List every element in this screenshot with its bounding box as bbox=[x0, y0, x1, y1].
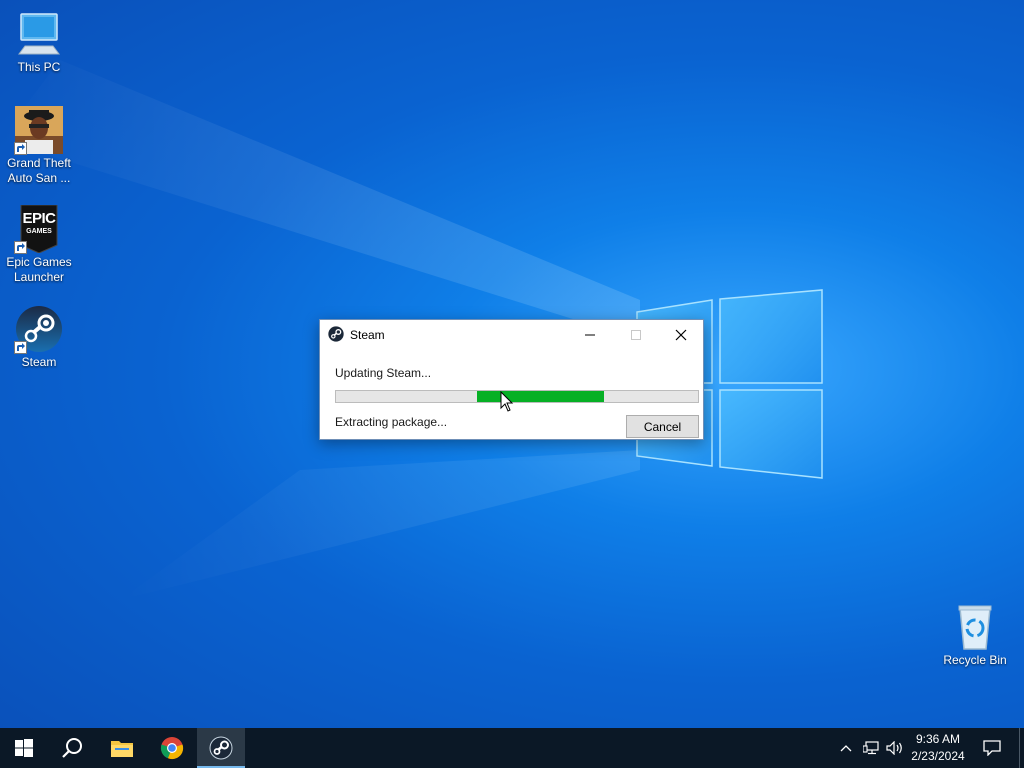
search-button[interactable] bbox=[48, 728, 96, 768]
icon-label: Recycle Bin bbox=[943, 653, 1007, 667]
icon-label-line1: Grand Theft bbox=[7, 156, 71, 170]
network-icon bbox=[863, 741, 879, 755]
epic-logo-text: EPIC GAMES bbox=[15, 211, 63, 236]
taskbar-file-explorer[interactable] bbox=[98, 728, 146, 768]
shortcut-arrow-icon bbox=[14, 341, 27, 354]
icon-label-line1: Epic Games bbox=[6, 255, 72, 269]
minimize-icon bbox=[585, 334, 595, 336]
steam-icon bbox=[209, 736, 233, 760]
steam-update-dialog: Steam Updating Steam... Extracting packa… bbox=[319, 319, 704, 440]
shortcut-arrow-icon bbox=[14, 142, 27, 155]
computer-icon bbox=[15, 10, 63, 58]
maximize-icon bbox=[631, 330, 641, 340]
steam-icon bbox=[328, 326, 344, 342]
mouse-cursor-icon bbox=[500, 391, 514, 412]
desktop-icon-recycle-bin[interactable]: Recycle Bin bbox=[937, 603, 1013, 668]
shortcut-arrow-icon bbox=[14, 241, 27, 254]
epic-games-icon: EPIC GAMES bbox=[14, 204, 63, 254]
recycle-bin-icon bbox=[951, 603, 999, 651]
gta-game-icon bbox=[14, 106, 63, 155]
maximize-button bbox=[613, 320, 659, 350]
file-explorer-icon bbox=[111, 741, 133, 757]
search-icon bbox=[62, 738, 82, 758]
start-icon bbox=[15, 739, 33, 757]
progress-fill bbox=[477, 391, 604, 402]
close-button[interactable] bbox=[658, 320, 704, 350]
clock-time: 9:36 AM bbox=[915, 732, 961, 746]
update-progress-bar bbox=[335, 390, 699, 403]
chevron-up-icon bbox=[840, 745, 852, 752]
action-center-button[interactable] bbox=[978, 728, 1006, 768]
epic-logo-line2: GAMES bbox=[26, 228, 52, 235]
dialog-title: Steam bbox=[350, 328, 385, 342]
minimize-button[interactable] bbox=[567, 320, 613, 350]
desktop-icon-steam[interactable]: Steam bbox=[1, 305, 77, 370]
notification-icon bbox=[983, 740, 1001, 756]
dialog-titlebar[interactable]: Steam bbox=[320, 320, 703, 350]
update-detail-text: Extracting package... bbox=[335, 415, 448, 429]
network-button[interactable] bbox=[860, 728, 882, 768]
desktop-icon-gta-san-andreas[interactable]: Grand Theft Auto San ... bbox=[1, 106, 77, 186]
icon-label: Steam bbox=[21, 355, 57, 369]
start-button[interactable] bbox=[0, 728, 48, 768]
volume-icon bbox=[886, 741, 902, 755]
cancel-button[interactable]: Cancel bbox=[626, 415, 699, 438]
steam-icon bbox=[14, 305, 63, 354]
show-hidden-icons-button[interactable] bbox=[836, 728, 856, 768]
taskbar-steam[interactable] bbox=[197, 728, 245, 768]
desktop-icon-this-pc[interactable]: This PC bbox=[1, 10, 77, 75]
chrome-icon bbox=[160, 737, 184, 760]
system-clock[interactable]: 9:36 AM 2/23/2024 bbox=[906, 731, 970, 765]
taskbar: 9:36 AM 2/23/2024 bbox=[0, 728, 1024, 768]
show-desktop-button[interactable] bbox=[1019, 728, 1024, 768]
icon-label-line2: Auto San ... bbox=[7, 171, 71, 185]
icon-label-line2: Launcher bbox=[13, 270, 65, 284]
volume-button[interactable] bbox=[884, 728, 906, 768]
desktop-icon-epic-games-launcher[interactable]: EPIC GAMES Epic Games Launcher bbox=[1, 204, 77, 285]
clock-date: 2/23/2024 bbox=[911, 749, 965, 763]
epic-logo-line1: EPIC bbox=[22, 210, 56, 227]
icon-label: This PC bbox=[17, 60, 61, 74]
close-icon bbox=[675, 329, 687, 341]
update-status-text: Updating Steam... bbox=[335, 366, 432, 380]
taskbar-chrome[interactable] bbox=[148, 728, 196, 768]
